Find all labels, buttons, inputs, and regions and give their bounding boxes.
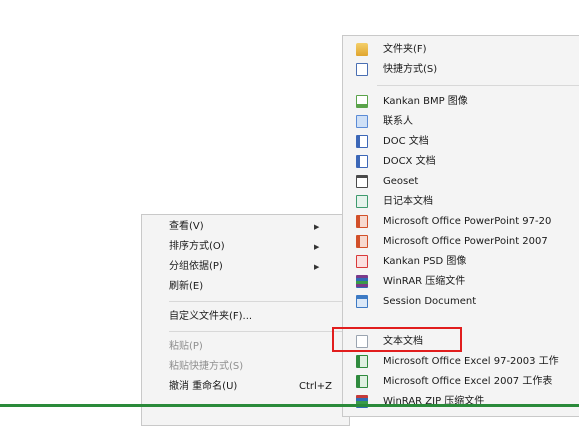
- submenu-item-label: 联系人: [383, 116, 413, 127]
- highlight-box: [332, 327, 462, 352]
- submenu-item-contact[interactable]: 联系人: [343, 112, 579, 132]
- menu-item-label: 排序方式(O): [169, 241, 225, 252]
- submenu-item-powerpoint-97[interactable]: Microsoft Office PowerPoint 97-20: [343, 212, 579, 232]
- submenu-item-label: DOCX 文档: [383, 156, 436, 167]
- journal-icon: [356, 195, 368, 208]
- new-item-submenu: 文件夹(F) 快捷方式(S) Kankan BMP 图像 联系人 DOC 文档 …: [342, 35, 579, 417]
- menu-item-refresh[interactable]: 刷新(E): [142, 277, 349, 297]
- contact-icon: [356, 115, 368, 128]
- powerpoint-icon: [356, 235, 368, 248]
- submenu-item-excel-97[interactable]: Microsoft Office Excel 97-2003 工作: [343, 352, 579, 372]
- menu-item-label: 分组依据(P): [169, 261, 223, 272]
- submenu-item-winrar[interactable]: WinRAR 压缩文件: [343, 272, 579, 292]
- doc-icon: [356, 135, 368, 148]
- geoset-icon: [356, 175, 368, 188]
- bmp-image-icon: [356, 95, 368, 108]
- menu-separator: [169, 301, 345, 302]
- submenu-item-session-document[interactable]: Session Document: [343, 292, 579, 312]
- submenu-item-label: Microsoft Office PowerPoint 2007: [383, 236, 548, 247]
- submenu-item-label: Kankan BMP 图像: [383, 96, 468, 107]
- submenu-arrow-icon: ▶: [314, 243, 320, 251]
- submenu-item-label: DOC 文档: [383, 136, 429, 147]
- docx-icon: [356, 155, 368, 168]
- submenu-item-winrar-zip[interactable]: WinRAR ZIP 压缩文件: [343, 392, 579, 412]
- folder-icon: [356, 43, 368, 56]
- submenu-item-geoset[interactable]: Geoset: [343, 172, 579, 192]
- menu-item-paste[interactable]: 粘贴(P): [142, 337, 349, 357]
- menu-item-label: 自定义文件夹(F)...: [169, 311, 253, 322]
- submenu-item-folder[interactable]: 文件夹(F): [343, 40, 579, 60]
- submenu-item-shortcut[interactable]: 快捷方式(S): [343, 60, 579, 80]
- submenu-item-label: Session Document: [383, 296, 477, 307]
- menu-item-label: 粘贴(P): [169, 341, 203, 352]
- submenu-separator: [377, 85, 579, 86]
- submenu-item-kankan-bmp[interactable]: Kankan BMP 图像: [343, 92, 579, 112]
- desktop-context-menu: 查看(V) ▶ 排序方式(O) ▶ 分组依据(P) ▶ 刷新(E) 自定义文件夹…: [141, 214, 350, 426]
- psd-image-icon: [356, 255, 368, 268]
- menu-item-label: 查看(V): [169, 221, 204, 232]
- submenu-item-docx[interactable]: DOCX 文档: [343, 152, 579, 172]
- submenu-item-label: 文件夹(F): [383, 44, 427, 55]
- menu-item-sort-by[interactable]: 排序方式(O) ▶: [142, 237, 349, 257]
- submenu-arrow-icon: ▶: [314, 263, 320, 271]
- shortcut-icon: [356, 63, 368, 76]
- submenu-item-label: 快捷方式(S): [383, 64, 438, 75]
- menu-item-undo-rename[interactable]: 撤消 重命名(U) Ctrl+Z: [142, 377, 349, 397]
- menu-item-customize-folder[interactable]: 自定义文件夹(F)...: [142, 307, 349, 327]
- menu-item-group-by[interactable]: 分组依据(P) ▶: [142, 257, 349, 277]
- submenu-item-label: Microsoft Office Excel 97-2003 工作: [383, 356, 559, 367]
- menu-item-label: 撤消 重命名(U): [169, 381, 238, 392]
- excel-icon: [356, 355, 368, 368]
- menu-item-label: 刷新(E): [169, 281, 204, 292]
- excel-icon: [356, 375, 368, 388]
- menu-separator: [169, 331, 345, 332]
- powerpoint-icon: [356, 215, 368, 228]
- submenu-item-journal[interactable]: 日记本文档: [343, 192, 579, 212]
- session-document-icon: [356, 295, 368, 308]
- menu-item-view[interactable]: 查看(V) ▶: [142, 217, 349, 237]
- submenu-item-excel-2007[interactable]: Microsoft Office Excel 2007 工作表: [343, 372, 579, 392]
- submenu-item-label: Kankan PSD 图像: [383, 256, 467, 267]
- submenu-item-label: Geoset: [383, 176, 419, 187]
- winrar-icon: [356, 275, 368, 288]
- submenu-item-label: WinRAR 压缩文件: [383, 276, 466, 287]
- submenu-item-kankan-psd[interactable]: Kankan PSD 图像: [343, 252, 579, 272]
- submenu-item-label: Microsoft Office PowerPoint 97-20: [383, 216, 552, 227]
- submenu-item-label: Microsoft Office Excel 2007 工作表: [383, 376, 553, 387]
- submenu-item-powerpoint-2007[interactable]: Microsoft Office PowerPoint 2007: [343, 232, 579, 252]
- submenu-item-label: 日记本文档: [383, 196, 433, 207]
- menu-item-shortcut: Ctrl+Z: [299, 381, 333, 392]
- menu-item-label: 粘贴快捷方式(S): [169, 361, 244, 372]
- menu-item-paste-shortcut[interactable]: 粘贴快捷方式(S): [142, 357, 349, 377]
- submenu-arrow-icon: ▶: [314, 223, 320, 231]
- submenu-item-doc[interactable]: DOC 文档: [343, 132, 579, 152]
- submenu-item-label: WinRAR ZIP 压缩文件: [383, 396, 485, 407]
